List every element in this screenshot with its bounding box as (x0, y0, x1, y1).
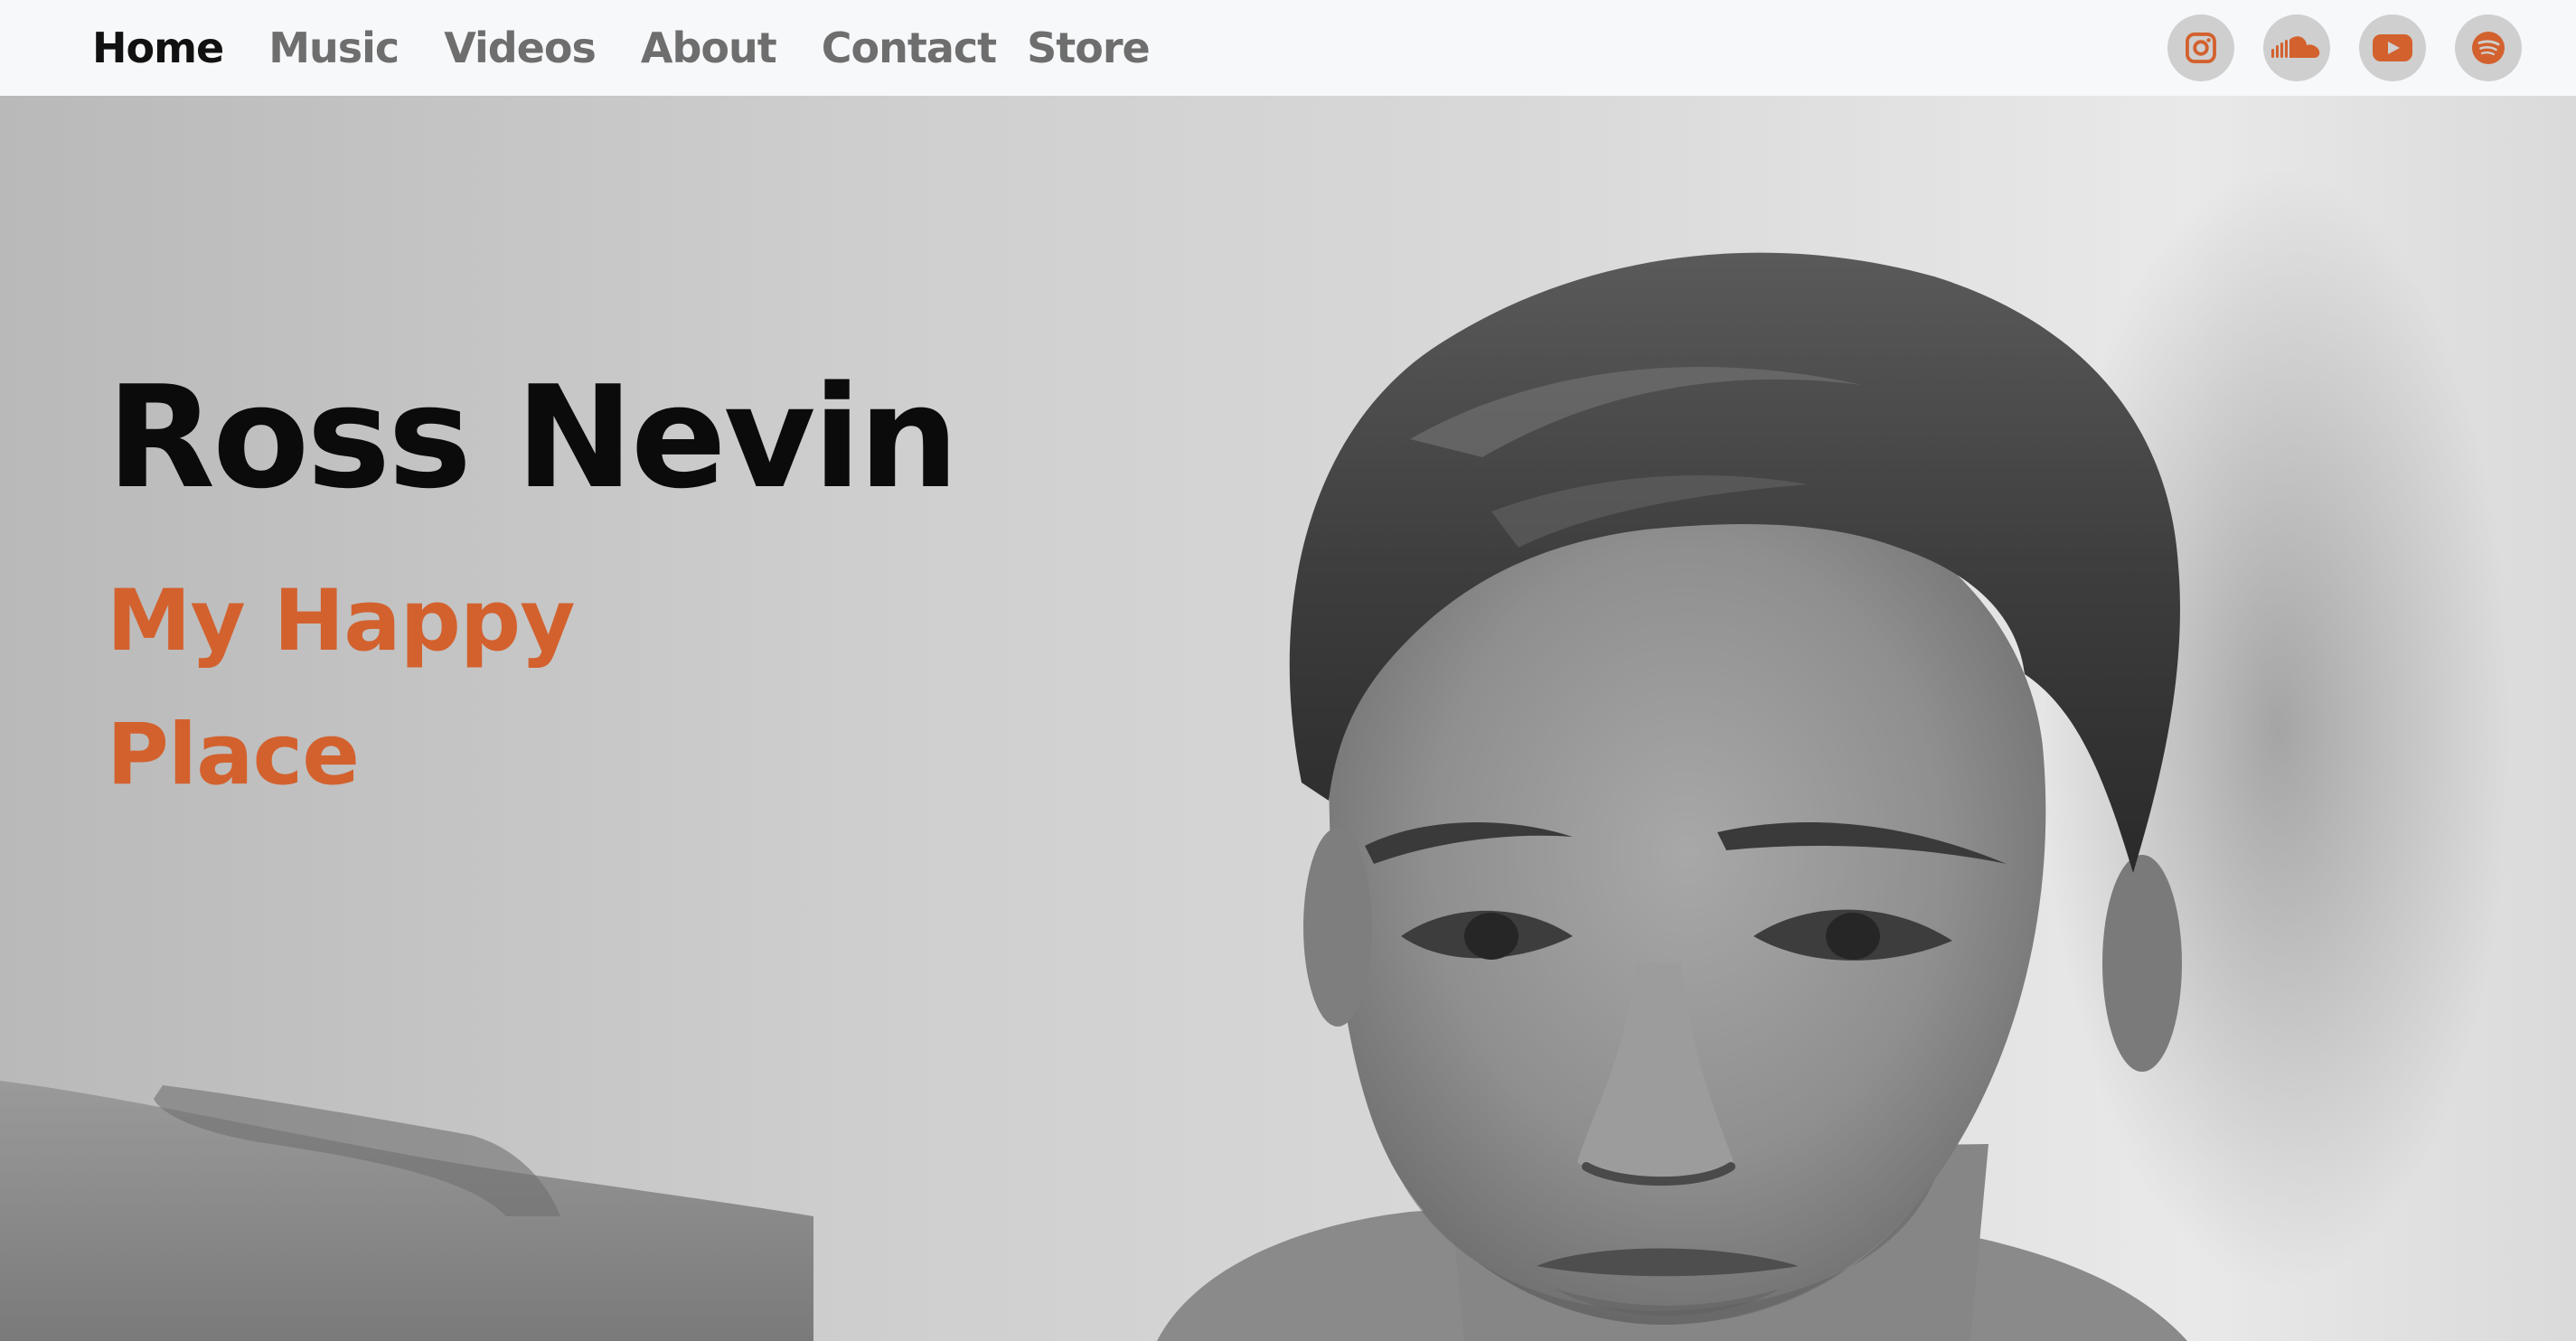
instagram-icon (2186, 33, 2216, 63)
nav-link-home[interactable]: Home (92, 23, 224, 72)
spotify-button[interactable] (2455, 14, 2522, 81)
nav-link-store[interactable]: Store (1027, 23, 1151, 72)
youtube-button[interactable] (2359, 14, 2426, 81)
soundcloud-button[interactable] (2263, 14, 2330, 81)
youtube-icon (2373, 34, 2412, 61)
spotify-icon (2472, 32, 2505, 64)
nav-link-music[interactable]: Music (268, 23, 400, 72)
hero-subtitle: My Happy Place (107, 572, 576, 804)
hero-section: Ross Nevin My Happy Place (0, 96, 2576, 1341)
instagram-button[interactable] (2167, 14, 2234, 81)
soundcloud-icon (2271, 36, 2320, 58)
hero-title: Ross Nevin (107, 355, 959, 520)
nav-link-videos[interactable]: Videos (444, 23, 597, 72)
nav-link-about[interactable]: About (641, 23, 777, 72)
top-navigation-bar: Home Music Videos About Contact Store (0, 0, 2576, 96)
nav-links: Home Music Videos About Contact Store (92, 0, 1195, 96)
social-links (2139, 14, 2522, 81)
nav-link-contact[interactable]: Contact (822, 23, 997, 72)
hero-text-block: Ross Nevin My Happy Place (107, 355, 959, 822)
